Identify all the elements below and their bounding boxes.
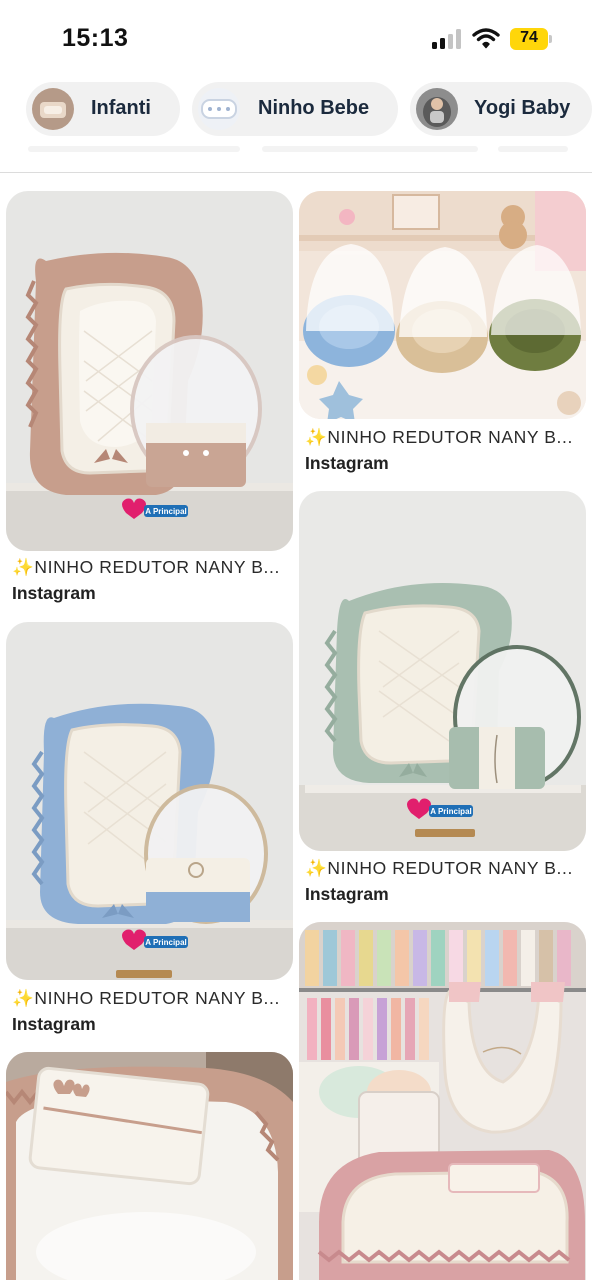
battery-tip xyxy=(549,35,552,43)
pin-source[interactable]: Instagram xyxy=(305,453,389,474)
pin-card[interactable] xyxy=(6,1052,293,1280)
chips-scroll-shadow xyxy=(28,146,568,154)
pin-image[interactable] xyxy=(299,191,586,419)
battery-level: 74 xyxy=(520,29,538,46)
pin-image[interactable]: A Principal xyxy=(6,622,293,980)
pin-card[interactable]: A Principal ✨NINHO REDUTOR NANY B... Ins… xyxy=(6,622,293,1042)
yogi-baby-thumbnail xyxy=(416,88,458,130)
pin-card[interactable] xyxy=(299,922,586,1280)
ninho-bebe-thumbnail xyxy=(198,88,240,130)
pin-source[interactable]: Instagram xyxy=(305,884,389,905)
svg-text:A Principal: A Principal xyxy=(430,807,472,816)
pin-image[interactable]: A Principal xyxy=(6,191,293,551)
pin-image[interactable] xyxy=(299,922,586,1280)
chip-infanti[interactable]: Infanti xyxy=(26,82,180,136)
pin-title[interactable]: ✨NINHO REDUTOR NANY B... xyxy=(12,988,280,1009)
pin-source[interactable]: Instagram xyxy=(12,583,96,604)
chip-ninho-bebe[interactable]: Ninho Bebe xyxy=(192,82,398,136)
chip-label: Ninho Bebe xyxy=(258,97,370,119)
status-time: 15:13 xyxy=(62,24,129,52)
pin-image[interactable] xyxy=(6,1052,293,1280)
pin-title[interactable]: ✨NINHO REDUTOR NANY B... xyxy=(12,557,280,578)
pin-card[interactable]: ✨NINHO REDUTOR NANY B... Instagram xyxy=(299,191,586,481)
related-boards-row: Infanti Ninho Bebe Yogi Baby xyxy=(0,82,592,138)
pin-title[interactable]: ✨NINHO REDUTOR NANY B... xyxy=(305,427,573,448)
chip-label: Infanti xyxy=(91,97,151,119)
cellular-signal-icon xyxy=(432,29,461,49)
battery-icon: 74 xyxy=(510,28,552,50)
wifi-icon xyxy=(472,28,500,49)
header-divider xyxy=(0,172,592,173)
pin-card[interactable]: A Principal ✨NINHO REDUTOR NANY B... Ins… xyxy=(6,191,293,611)
status-bar: 15:13 74 xyxy=(0,0,592,76)
infanti-thumbnail xyxy=(32,88,74,130)
pin-image[interactable]: A Principal xyxy=(299,491,586,851)
chip-label: Yogi Baby xyxy=(474,97,571,119)
svg-text:A Principal: A Principal xyxy=(145,507,187,516)
chip-yogi-baby[interactable]: Yogi Baby xyxy=(410,82,592,136)
pin-source[interactable]: Instagram xyxy=(12,1014,96,1035)
svg-text:A Principal: A Principal xyxy=(145,938,187,947)
pin-title[interactable]: ✨NINHO REDUTOR NANY B... xyxy=(305,858,573,879)
pin-card[interactable]: A Principal ✨NINHO REDUTOR NANY B... Ins… xyxy=(299,491,586,911)
